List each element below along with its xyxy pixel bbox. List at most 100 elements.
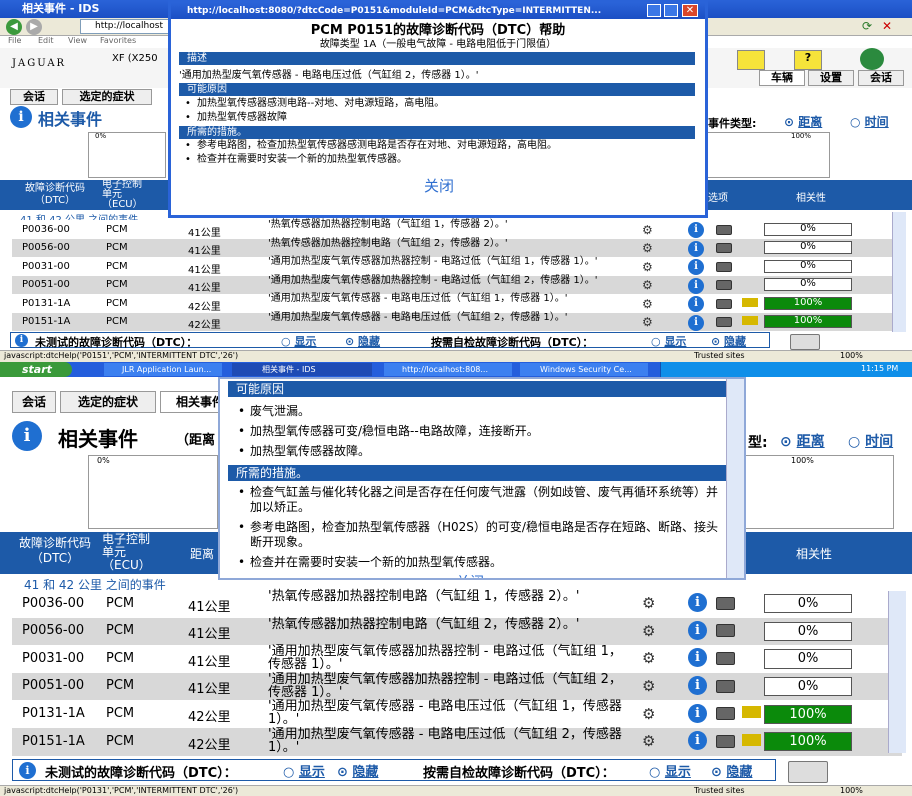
info-icon[interactable]: i [688,259,704,276]
scrollbar[interactable] [888,591,906,753]
wrench-icon[interactable]: ⚙ [642,260,653,274]
table-row[interactable]: P0051-00 PCM 41公里 '通用加热型废气氧传感器加热器控制 - 电路过低（… [12,275,902,294]
radio-time[interactable]: ○ 时间 [850,113,889,130]
untested-hide[interactable]: ⊙ 隐藏 [337,761,378,780]
table-row[interactable]: P0131-1A PCM 42公里 '通用加热型废气氧传感器 - 电路电压过低（气缸组… [12,700,902,728]
table-row[interactable]: P0056-00 PCM 41公里 '热氧传感器加热器控制电路（气缸组 2，传感器 2… [12,238,902,257]
camera-icon[interactable] [716,652,735,666]
popup-close-icon[interactable]: ✕ [682,4,698,17]
info-icon[interactable]: i [688,240,704,257]
tab-vehicle[interactable]: 车辆 [759,70,805,86]
taskbar-item[interactable]: Windows Security Ce... [520,363,648,376]
wrench-icon[interactable]: ⚙ [642,241,653,255]
info-icon[interactable]: i [688,593,707,613]
wrench-icon[interactable]: ⚙ [642,677,655,695]
relevance-bar: 0% [764,676,852,697]
forward-icon[interactable]: ▶ [26,19,42,35]
info-icon[interactable]: i [688,731,707,751]
taskbar-item[interactable]: 相关事件 - IDS [232,363,372,376]
camera-icon[interactable] [716,317,732,328]
camera-icon[interactable] [716,298,732,309]
untested-show[interactable]: ○ 显示 [281,333,316,349]
action-section: 所需的措施。 [228,465,726,481]
wrench-icon[interactable]: ⚙ [642,705,655,723]
table-row[interactable]: P0036-00 PCM 41公里 '热氧传感器加热器控制电路（气缸组 1，传感器 2… [12,590,902,618]
camera-icon[interactable] [716,261,732,272]
taskbar-item[interactable]: http://localhost:808... [384,363,512,376]
untested-hide[interactable]: ⊙ 隐藏 [345,333,380,349]
wrench-icon[interactable]: ⚙ [642,278,653,292]
info-icon[interactable]: i [688,277,704,294]
stop-icon[interactable]: ✕ [882,19,898,34]
tab-session[interactable]: 会话 [10,89,58,105]
tab-session[interactable]: 会话 [12,391,56,413]
info-icon[interactable]: i [688,314,704,331]
table-row[interactable]: P0151-1A PCM 42公里 '通用加热型废气氧传感器 - 电路电压过低（气缸组… [12,728,902,756]
printer-icon[interactable] [788,761,828,783]
table-row[interactable]: P0031-00 PCM 41公里 '通用加热型废气氧传感器加热器控制 - 电路过低（… [12,645,902,673]
camera-icon[interactable] [716,224,732,235]
tab-session-right[interactable]: 会话 [858,70,904,86]
camera-icon[interactable] [716,624,735,638]
info-icon[interactable]: i [688,676,707,696]
taskbar: start JLR Application Laun... 相关事件 - IDS… [0,362,912,377]
untested-show[interactable]: ○ 显示 [283,761,325,780]
radio-distance[interactable]: ⊙ 距离 [784,113,822,130]
info-icon[interactable]: i [688,648,707,668]
camera-icon[interactable] [716,243,732,254]
info-icon: i [10,106,32,128]
help-icon[interactable]: ? [794,50,822,70]
network-icon[interactable] [860,48,884,70]
table-row[interactable]: P0151-1A PCM 42公里 '通用加热型废气氧传感器 - 电路电压过低（气缸组… [12,312,902,331]
wrench-icon[interactable]: ⚙ [642,732,655,750]
ondemand-hide[interactable]: ⊙ 隐藏 [711,333,746,349]
camera-icon[interactable] [716,280,732,291]
table-row[interactable]: P0056-00 PCM 41公里 '热氧传感器加热器控制电路（气缸组 2，传感器 2… [12,617,902,646]
menu-view[interactable]: View [68,36,87,45]
popup-minimize-icon[interactable] [647,4,661,17]
wrench-icon[interactable]: ⚙ [642,315,653,329]
taskbar-item[interactable]: JLR Application Laun... [104,363,222,376]
table-row[interactable]: P0036-00 PCM 41公里 '热氧传感器加热器控制电路（气缸组 1，传感器 2… [12,220,902,239]
list-item: 加热型氧传感器故障 [185,111,697,125]
dtc-code: P0151-1A [22,733,85,749]
popup-scrollbar[interactable] [726,379,744,578]
popup-maximize-icon[interactable] [664,4,678,17]
back-icon[interactable]: ◀ [6,19,22,35]
start-button[interactable]: start [0,362,72,377]
menu-edit[interactable]: Edit [38,36,54,45]
radio-time[interactable]: ○ 时间 [848,431,893,451]
wrench-icon[interactable]: ⚙ [642,622,655,640]
refresh-icon[interactable]: ⟳ [862,19,878,34]
info-icon[interactable]: i [688,703,707,723]
close-link[interactable]: 关闭 [371,175,507,196]
scrollbar[interactable] [892,212,906,332]
printer-icon[interactable] [790,334,820,350]
radio-distance[interactable]: ⊙ 距离 [780,431,825,451]
wrench-icon[interactable]: ⚙ [642,297,653,311]
camera-icon[interactable] [716,679,735,693]
menu-favorites[interactable]: Favorites [100,36,136,45]
close-link[interactable]: 关闭 [420,572,520,578]
wrench-icon[interactable]: ⚙ [642,649,655,667]
ondemand-show[interactable]: ○ 显示 [649,761,691,780]
table-row[interactable]: P0131-1A PCM 42公里 '通用加热型废气氧传感器 - 电路电压过低（气缸组… [12,294,902,313]
note-icon[interactable] [737,50,765,70]
tab-settings[interactable]: 设置 [808,70,854,86]
camera-icon[interactable] [716,734,735,748]
table-row[interactable]: P0051-00 PCM 41公里 '通用加热型废气氧传感器加热器控制 - 电路过低（… [12,672,902,701]
menu-file[interactable]: File [8,36,21,45]
camera-icon[interactable] [716,707,735,721]
camera-icon[interactable] [716,596,735,610]
ondemand-show[interactable]: ○ 显示 [651,333,686,349]
ondemand-hide[interactable]: ⊙ 隐藏 [711,761,752,780]
table-row[interactable]: P0031-00 PCM 41公里 '通用加热型废气氧传感器加热器控制 - 电路过低（… [12,257,902,276]
info-icon[interactable]: i [688,222,704,239]
wrench-icon[interactable]: ⚙ [642,223,653,237]
wrench-icon[interactable]: ⚙ [642,594,655,612]
tab-selected-symptoms[interactable]: 选定的症状 [62,89,152,105]
info-icon[interactable]: i [688,296,704,313]
address-field[interactable]: http://localhost [80,19,170,34]
info-icon[interactable]: i [688,620,707,640]
tab-selected-symptoms[interactable]: 选定的症状 [60,391,156,413]
